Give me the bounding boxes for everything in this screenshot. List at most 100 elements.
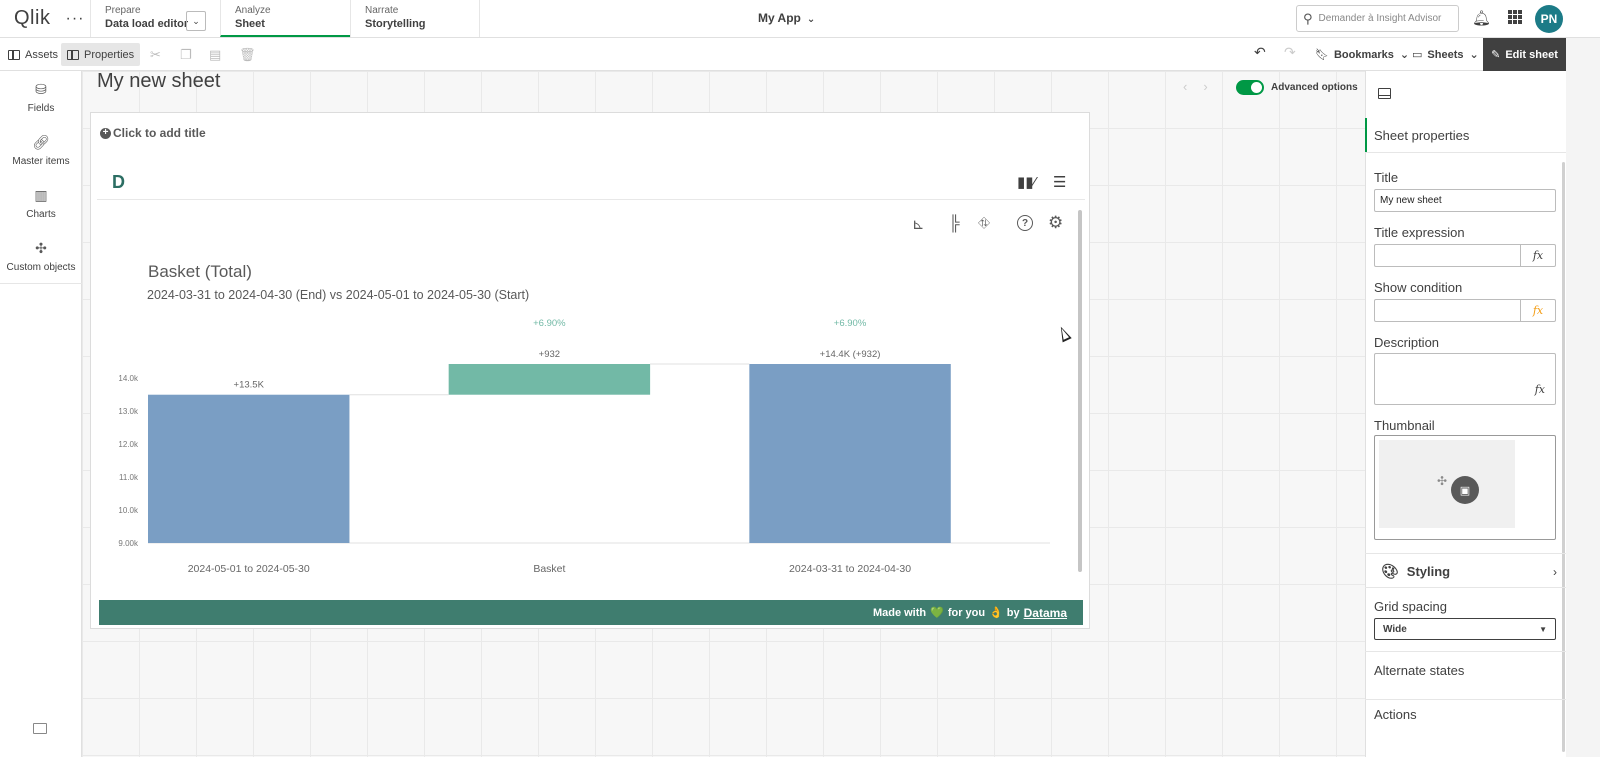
- chart-title: Basket (Total): [148, 262, 252, 281]
- puzzle-icon: ✣: [35, 240, 47, 256]
- data-label: +932: [539, 349, 560, 360]
- grid-spacing-label: Grid spacing: [1374, 599, 1447, 614]
- window-edge: [1566, 38, 1600, 757]
- datama-link[interactable]: Datama: [1024, 606, 1067, 620]
- insight-advisor-search[interactable]: ⚲ Demander à Insight Advisor: [1296, 5, 1459, 32]
- chart-subtitle: 2024-03-31 to 2024-04-30 (End) vs 2024-0…: [147, 288, 530, 302]
- divider: [1365, 699, 1566, 700]
- palette-icon: 🎨︎: [1381, 563, 1399, 579]
- bar-chart-icon: ▥: [34, 187, 48, 203]
- data-label: +14.4K (+932): [820, 349, 881, 360]
- y-tick-label: 9.00k: [118, 539, 139, 548]
- redo-icon[interactable]: ↷: [1284, 44, 1296, 61]
- sheet-properties-header: Sheet properties: [1365, 118, 1566, 152]
- sheet-toolbar: Assets Properties ✂ ❐ ▤ 🗑︎ ↶ ↷ 🔖︎ Bookma…: [0, 38, 1600, 71]
- chevron-down-icon: ⌄: [1469, 49, 1479, 61]
- puzzle-icon: ✣: [1437, 474, 1448, 488]
- chevron-left-icon[interactable]: ‹: [1183, 79, 1203, 94]
- library-icon[interactable]: ▮▮⁄: [1017, 173, 1036, 191]
- advanced-options-toggle[interactable]: Advanced options: [1236, 80, 1358, 95]
- help-icon[interactable]: ?: [1017, 215, 1033, 231]
- sliders-icon[interactable]: ☰: [1053, 173, 1066, 191]
- styling-section[interactable]: 🎨︎ Styling ›: [1381, 563, 1557, 580]
- undo-icon[interactable]: ↶: [1254, 44, 1266, 61]
- data-label: +13.5K: [234, 380, 265, 391]
- more-menu-icon[interactable]: ···: [60, 0, 90, 37]
- properties-button[interactable]: Properties: [61, 43, 141, 66]
- tab-narrate[interactable]: Narrate Storytelling: [350, 0, 480, 37]
- sheet-title[interactable]: My new sheet: [97, 70, 220, 93]
- title-expression-label: Title expression: [1374, 225, 1465, 240]
- chart-bar: [148, 394, 350, 543]
- master-items-item[interactable]: 🔗︎ Master items: [0, 134, 82, 167]
- tab-prepare[interactable]: Prepare Data load editor ⌄: [90, 0, 220, 37]
- tab-narrate-value: Storytelling: [365, 18, 426, 30]
- panel-icon: [67, 49, 79, 60]
- y-tick-label: 14.0k: [118, 374, 139, 383]
- sheets-button[interactable]: ▭ Sheets ⌄: [1406, 43, 1485, 66]
- description-label: Description: [1374, 335, 1440, 350]
- charts-item[interactable]: ▥ Charts: [0, 187, 82, 220]
- divider: [1365, 553, 1566, 554]
- axis-icon[interactable]: ⊾: [912, 215, 925, 233]
- link-icon: 🔗︎: [32, 134, 50, 150]
- alternate-states-section[interactable]: Alternate states: [1374, 663, 1464, 678]
- custom-objects-item[interactable]: ✣ Custom objects: [0, 240, 82, 273]
- paste-icon[interactable]: ▤: [209, 47, 221, 63]
- add-title-button[interactable]: + Click to add title: [100, 126, 206, 140]
- chevron-right-icon[interactable]: ›: [1203, 79, 1223, 94]
- title-expression-input[interactable]: fx: [1374, 244, 1556, 267]
- x-category-label: 2024-03-31 to 2024-04-30: [789, 563, 911, 575]
- toggle-switch[interactable]: [1236, 80, 1264, 95]
- chevron-down-icon: ⌄: [806, 14, 816, 25]
- chevron-right-icon: ›: [1553, 564, 1557, 579]
- fx-button[interactable]: fx: [1520, 300, 1555, 321]
- percent-label: +6.90%: [834, 318, 867, 329]
- show-condition-label: Show condition: [1374, 280, 1463, 295]
- description-textarea[interactable]: fx: [1374, 353, 1556, 405]
- fx-button[interactable]: fx: [1535, 383, 1545, 396]
- sheet-nav-arrows[interactable]: ‹›: [1183, 79, 1224, 94]
- chevron-down-icon[interactable]: ⌄: [186, 11, 206, 31]
- user-avatar[interactable]: PN: [1535, 5, 1563, 33]
- title-input[interactable]: My new sheet: [1374, 189, 1556, 212]
- y-tick-label: 13.0k: [118, 407, 139, 416]
- app-launcher-icon[interactable]: [1508, 10, 1522, 24]
- waterfall-icon[interactable]: ╠: [949, 215, 960, 232]
- bookmarks-button[interactable]: 🔖︎ Bookmarks ⌄: [1309, 43, 1415, 66]
- search-icon: ⚲: [1303, 10, 1313, 26]
- made-with-banner: Made with 💚 for you 👌 by Datama: [99, 600, 1083, 625]
- assets-button[interactable]: Assets: [2, 43, 64, 66]
- thumbnail-picker[interactable]: ✣ ▣: [1374, 435, 1556, 540]
- tab-analyze[interactable]: Analyze Sheet: [220, 0, 350, 37]
- show-condition-input[interactable]: fx: [1374, 299, 1556, 322]
- app-name-dropdown[interactable]: My App ⌄: [758, 11, 815, 25]
- waterfall-chart: 14.0k 13.0k 12.0k 11.0k 10.0k 9.00k +13.5K 2024…: [118, 318, 1050, 575]
- y-tick-label: 11.0k: [119, 473, 139, 482]
- gear-icon[interactable]: ⚙: [1048, 213, 1063, 233]
- notification-bell-icon[interactable]: 🔔︎: [1472, 9, 1491, 27]
- qlik-logo[interactable]: Qlik: [0, 0, 60, 37]
- grid-spacing-select[interactable]: Wide ▼: [1374, 618, 1556, 640]
- panel-scrollbar[interactable]: [1562, 162, 1565, 752]
- divider: [1365, 587, 1566, 588]
- script-icon[interactable]: [33, 723, 47, 734]
- hierarchy-icon[interactable]: ⛗: [978, 215, 990, 232]
- copy-icon[interactable]: ❐: [180, 47, 192, 63]
- fields-item[interactable]: ⛁ Fields: [0, 81, 82, 114]
- title-label: Title: [1374, 170, 1399, 185]
- collapse-panel-icon[interactable]: [1378, 88, 1391, 99]
- caret-down-icon: ▼: [1539, 624, 1547, 634]
- fx-button[interactable]: fx: [1520, 245, 1555, 266]
- tab-analyze-label: Analyze: [235, 5, 271, 16]
- edit-sheet-button[interactable]: ✎ Edit sheet: [1483, 38, 1566, 71]
- y-tick-label: 12.0k: [118, 440, 139, 449]
- image-icon[interactable]: ▣: [1451, 476, 1479, 504]
- delete-icon[interactable]: 🗑︎: [239, 47, 256, 63]
- heart-icon: 💚: [930, 607, 944, 619]
- actions-section[interactable]: Actions: [1374, 707, 1417, 722]
- percent-label: +6.90%: [533, 318, 566, 329]
- y-tick-label: 10.0k: [118, 506, 139, 515]
- ok-hand-icon: 👌: [989, 607, 1003, 619]
- cut-icon[interactable]: ✂: [150, 47, 161, 63]
